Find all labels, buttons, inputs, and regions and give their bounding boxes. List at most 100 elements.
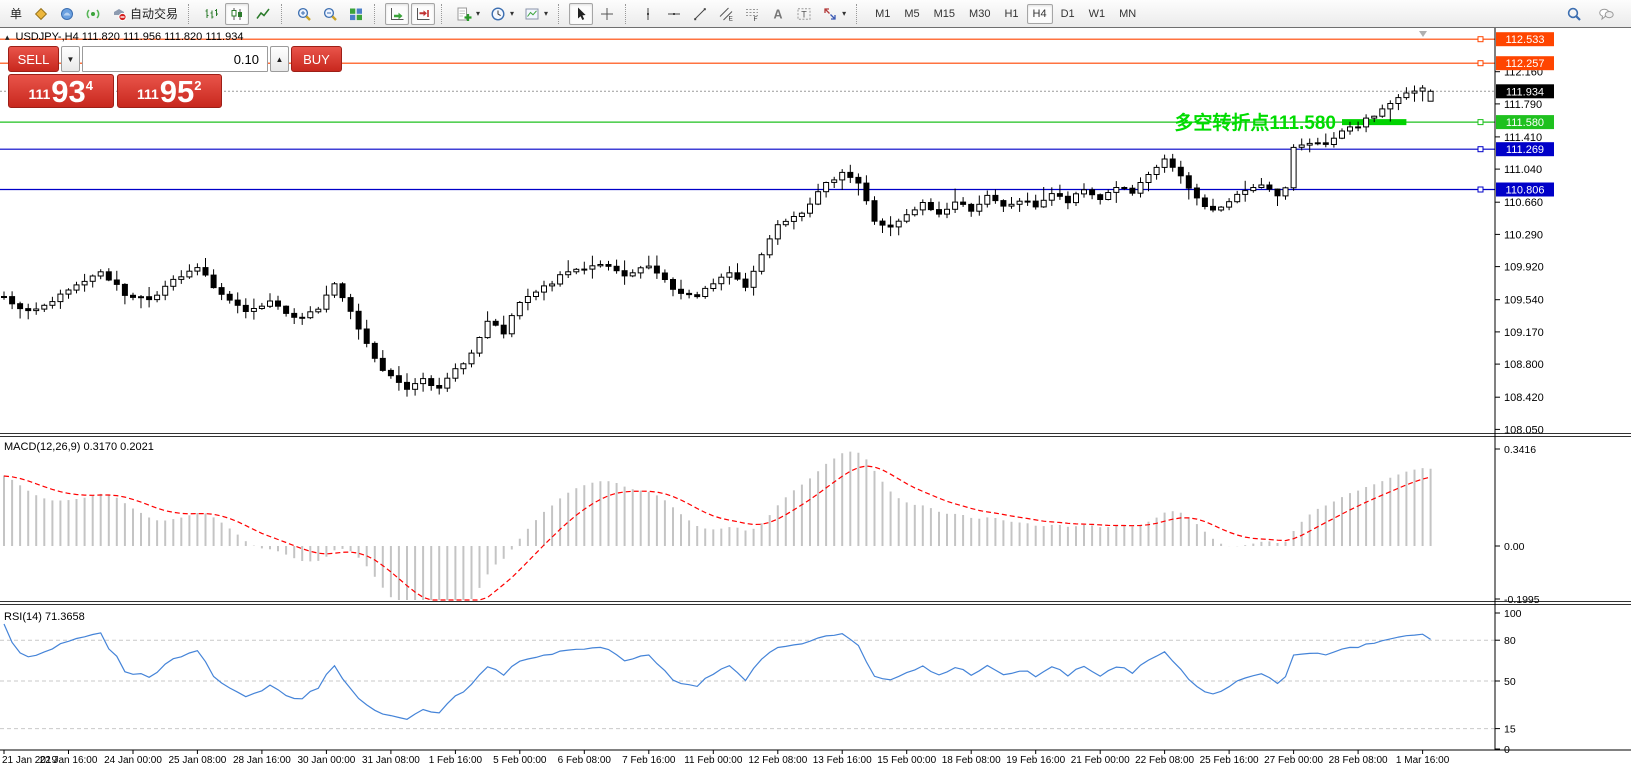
svg-text:110.660: 110.660 bbox=[1504, 197, 1543, 209]
chart-window: 多空转折点111.580 112.160 111.790 111.410 111.040… bbox=[0, 0, 1631, 776]
line-chart-button[interactable] bbox=[251, 3, 275, 25]
zoom-in-icon bbox=[296, 6, 312, 22]
timeframe-h4[interactable]: H4 bbox=[1026, 3, 1053, 24]
search-button[interactable] bbox=[1562, 3, 1586, 25]
bar-chart-icon bbox=[203, 6, 219, 22]
line-handle[interactable] bbox=[1477, 60, 1484, 67]
timeframe-w1[interactable]: W1 bbox=[1083, 4, 1112, 24]
sell-price-big: 93 bbox=[51, 73, 86, 109]
svg-text:19 Feb 16:00: 19 Feb 16:00 bbox=[1006, 755, 1065, 766]
svg-text:28 Jan 16:00: 28 Jan 16:00 bbox=[233, 755, 291, 766]
chat-icon bbox=[1598, 6, 1614, 22]
signals-button[interactable] bbox=[81, 3, 105, 25]
sell-button[interactable]: SELL bbox=[8, 46, 59, 72]
chart-plot-area[interactable] bbox=[0, 28, 1631, 776]
toolbar-separator bbox=[856, 3, 861, 24]
trendline-button[interactable] bbox=[688, 3, 712, 25]
svg-text:80: 80 bbox=[1504, 635, 1516, 647]
svg-text:1 Mar 16:00: 1 Mar 16:00 bbox=[1396, 755, 1450, 766]
crosshair-icon bbox=[599, 6, 615, 22]
buy-button[interactable]: BUY bbox=[291, 46, 342, 72]
toolbar-separator bbox=[441, 3, 446, 24]
volume-decrease-button[interactable]: ▼ bbox=[61, 46, 80, 72]
new-order-button-label: 单 bbox=[9, 7, 22, 21]
svg-text:31 Jan 08:00: 31 Jan 08:00 bbox=[362, 755, 420, 766]
fibonacci-button[interactable]: F bbox=[740, 3, 764, 25]
svg-text:112.533: 112.533 bbox=[1506, 34, 1545, 46]
channel-icon: E bbox=[718, 6, 734, 22]
timeframe-m5[interactable]: M5 bbox=[898, 4, 925, 24]
timeframe-group: M1 M5 M15 M30 H1 H4 D1 W1 MN bbox=[869, 3, 1142, 24]
line-handle[interactable] bbox=[1477, 36, 1484, 43]
templates-button[interactable]: ▾ bbox=[520, 3, 552, 25]
zoom-out-button[interactable] bbox=[318, 3, 342, 25]
community-button[interactable] bbox=[1594, 3, 1618, 25]
timeframe-m1[interactable]: M1 bbox=[869, 4, 896, 24]
templates-icon bbox=[524, 6, 540, 22]
price-badge-112.533: 112.533 bbox=[1496, 32, 1554, 47]
dropdown-caret-icon: ▾ bbox=[544, 9, 549, 18]
rsi-label: RSI(14) 71.3658 bbox=[4, 611, 85, 623]
svg-text:110.806: 110.806 bbox=[1506, 185, 1545, 197]
channel-button[interactable]: E bbox=[714, 3, 738, 25]
hline-icon bbox=[666, 6, 682, 22]
charts-button[interactable] bbox=[29, 3, 53, 25]
autotrading-button[interactable]: 自动交易 bbox=[107, 3, 182, 25]
line-handle[interactable] bbox=[1477, 186, 1484, 193]
svg-text:108.420: 108.420 bbox=[1504, 392, 1544, 404]
auto-scroll-button[interactable] bbox=[385, 2, 410, 25]
cursor-button[interactable] bbox=[569, 2, 594, 25]
bar-chart-button[interactable] bbox=[199, 3, 223, 25]
toolbar-separator bbox=[625, 3, 630, 24]
gold-diamond-icon bbox=[33, 6, 49, 22]
timeframe-d1[interactable]: D1 bbox=[1055, 4, 1081, 24]
chart-shift-icon bbox=[415, 6, 431, 22]
crosshair-button[interactable] bbox=[595, 3, 619, 25]
timeframe-m15[interactable]: M15 bbox=[928, 4, 961, 24]
svg-text:25 Jan 08:00: 25 Jan 08:00 bbox=[168, 755, 226, 766]
one-click-trading-panel: SELL ▼ ▲ BUY 111 93 4 111 95 2 bbox=[8, 46, 342, 109]
svg-text:15: 15 bbox=[1504, 724, 1516, 736]
market-button[interactable] bbox=[55, 3, 79, 25]
text-label-button[interactable]: T bbox=[792, 3, 816, 25]
signals-icon bbox=[85, 6, 101, 22]
svg-text:22 Feb 08:00: 22 Feb 08:00 bbox=[1135, 755, 1194, 766]
buy-price-button[interactable]: 111 95 2 bbox=[116, 73, 222, 109]
periods-button[interactable]: ▾ bbox=[486, 3, 518, 25]
volume-input[interactable] bbox=[82, 46, 268, 72]
zoom-in-button[interactable] bbox=[292, 3, 316, 25]
autotrading-icon bbox=[111, 6, 127, 22]
timeframe-mn[interactable]: MN bbox=[1113, 4, 1142, 24]
sell-price-button[interactable]: 111 93 4 bbox=[8, 74, 114, 108]
svg-text:A: A bbox=[774, 7, 783, 21]
chart-shift-button[interactable] bbox=[411, 2, 436, 25]
indicators-button[interactable]: ▾ bbox=[452, 3, 484, 25]
svg-text:F: F bbox=[754, 16, 758, 22]
zoom-out-icon bbox=[322, 6, 338, 22]
volume-increase-button[interactable]: ▲ bbox=[270, 46, 289, 72]
macd-label: MACD(12,26,9) 0.3170 0.2021 bbox=[4, 441, 154, 453]
svg-text:13 Feb 16:00: 13 Feb 16:00 bbox=[813, 755, 872, 766]
clock-icon bbox=[490, 6, 506, 22]
new-order-button[interactable]: 单 bbox=[5, 3, 27, 25]
horizontal-line-button[interactable] bbox=[662, 3, 686, 25]
svg-text:109.920: 109.920 bbox=[1504, 262, 1544, 274]
tile-windows-icon bbox=[348, 6, 364, 22]
indicators-icon bbox=[456, 6, 472, 22]
timeframe-h1[interactable]: H1 bbox=[998, 4, 1024, 24]
vertical-line-button[interactable] bbox=[636, 3, 660, 25]
price-badge-111.580: 111.580 bbox=[1496, 115, 1554, 130]
line-handle[interactable] bbox=[1477, 119, 1484, 126]
pivot-annotation-text[interactable]: 多空转折点111.580 bbox=[1174, 111, 1336, 134]
timeframe-m30[interactable]: M30 bbox=[963, 4, 996, 24]
svg-text:12 Feb 08:00: 12 Feb 08:00 bbox=[748, 755, 807, 766]
arrows-button[interactable]: ▾ bbox=[818, 3, 850, 25]
price-badge-110.806: 110.806 bbox=[1496, 182, 1554, 197]
line-handle[interactable] bbox=[1477, 146, 1484, 153]
chart-canvas: 多空转折点111.580112.160111.790111.410111.040… bbox=[0, 28, 1631, 776]
tile-windows-button[interactable] bbox=[344, 3, 368, 25]
dropdown-caret-icon: ▾ bbox=[842, 9, 847, 18]
buy-price-big: 95 bbox=[159, 73, 195, 109]
candle-chart-button[interactable] bbox=[225, 2, 250, 25]
text-button[interactable]: A bbox=[766, 3, 790, 25]
